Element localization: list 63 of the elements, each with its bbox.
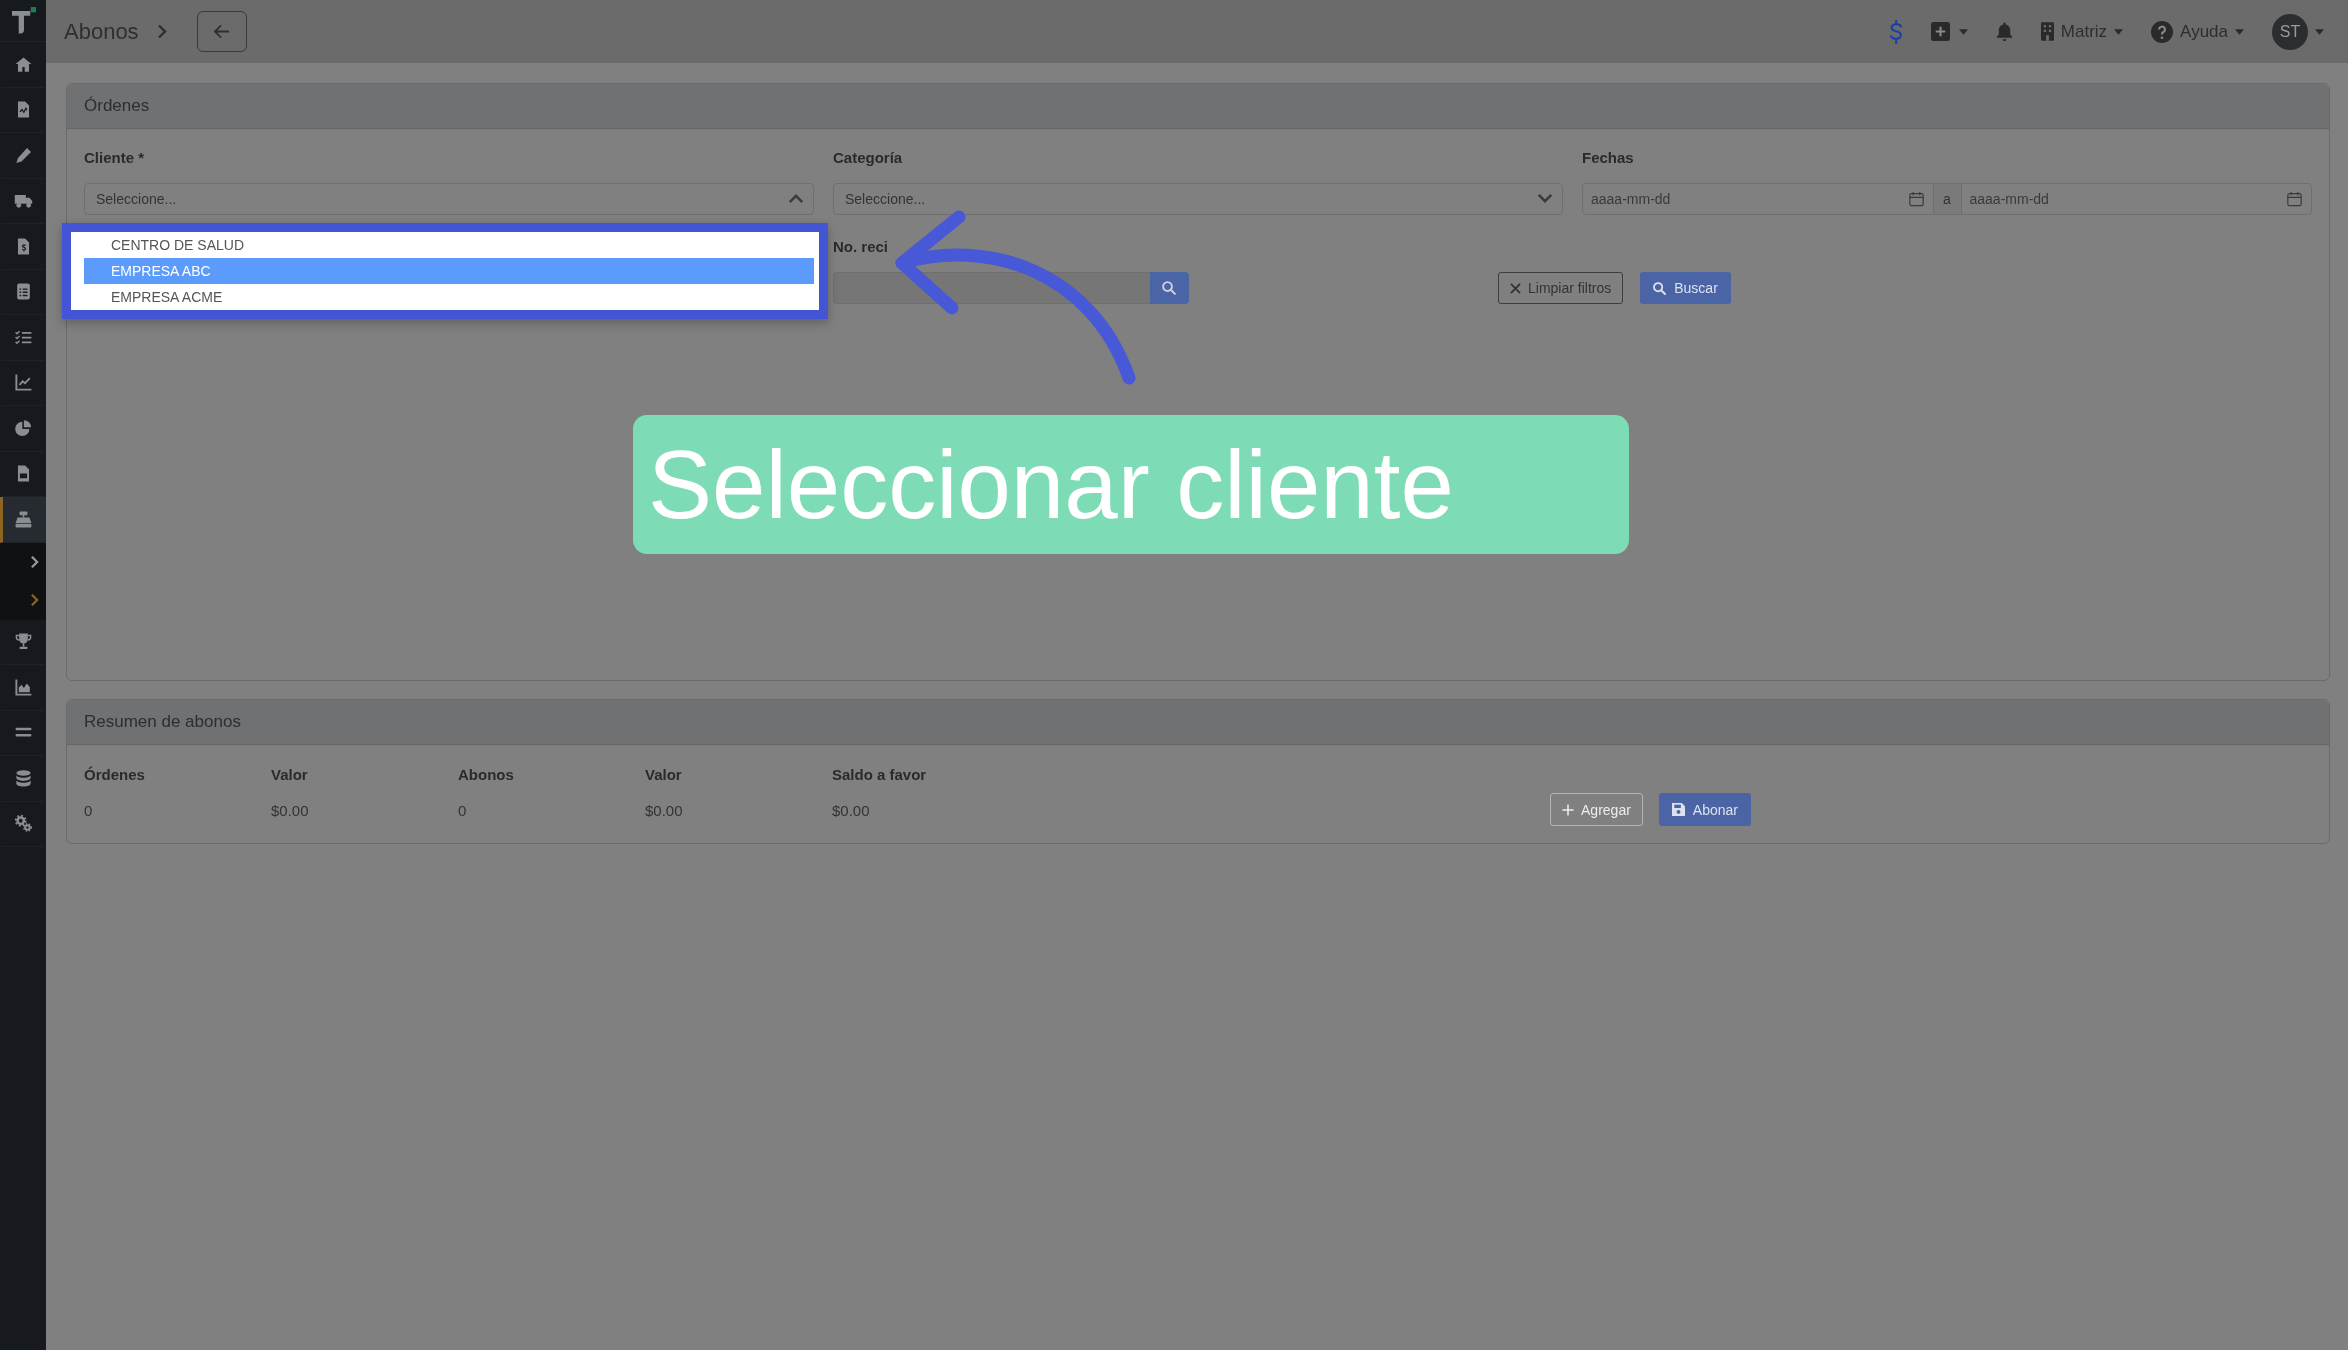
caret-down-icon[interactable] xyxy=(2315,28,2324,35)
summary-value: 0 xyxy=(84,801,94,821)
calendar-icon xyxy=(2287,191,2302,207)
gears-icon xyxy=(13,814,33,834)
trophy-icon xyxy=(13,632,33,652)
page-title: Abonos xyxy=(64,18,139,45)
area-chart-icon xyxy=(13,677,33,697)
cash-register-icon xyxy=(13,509,33,529)
search-icon xyxy=(1653,281,1667,295)
bell-icon[interactable] xyxy=(1995,21,2013,42)
summary-value: $0.00 xyxy=(645,801,684,821)
building-icon xyxy=(2040,22,2054,41)
dropdown-option[interactable]: EMPRESA ACME xyxy=(84,284,814,310)
tutorial-callout: Seleccionar cliente xyxy=(633,415,1629,554)
column-header: Abonos xyxy=(458,765,515,785)
database-icon xyxy=(13,768,33,788)
summary-value: $0.00 xyxy=(832,801,871,821)
line-chart-icon xyxy=(13,373,33,393)
dropdown-option[interactable]: CENTRO DE SALUD xyxy=(84,232,814,258)
add-menu-button[interactable] xyxy=(1930,22,1968,41)
field-label: Cliente * xyxy=(84,148,145,168)
branch-menu[interactable]: Matriz xyxy=(2040,21,2124,42)
search-button[interactable] xyxy=(1150,272,1189,304)
caret-down-icon xyxy=(2235,28,2244,35)
chevron-right-icon xyxy=(30,593,39,608)
arrow-left-icon xyxy=(213,24,231,39)
help-menu[interactable]: Ayuda xyxy=(2151,20,2244,43)
close-icon xyxy=(1510,282,1521,294)
chevron-right-icon xyxy=(30,554,39,569)
panel-title: Órdenes xyxy=(84,96,150,116)
question-circle-icon xyxy=(2151,20,2174,43)
date-input[interactable]: aaaa-mm-dd xyxy=(1960,183,2312,215)
client-select[interactable]: Seleccione... xyxy=(84,183,814,215)
search-icon xyxy=(1162,281,1177,295)
sidebar-item[interactable] xyxy=(0,497,46,543)
field-label: Fechas xyxy=(1582,148,1635,168)
plus-icon xyxy=(1562,803,1575,816)
search-button[interactable]: Buscar xyxy=(1640,272,1731,304)
caret-down-icon xyxy=(2114,28,2124,35)
pay-button[interactable]: Abonar xyxy=(1658,793,1751,826)
pie-chart-icon xyxy=(13,418,33,438)
caret-down-icon xyxy=(1958,28,1968,35)
home-icon xyxy=(13,54,33,74)
plus-square-icon xyxy=(1930,22,1950,41)
column-header: Valor xyxy=(271,765,309,785)
column-header: Órdenes xyxy=(84,765,146,785)
dropdown-option[interactable]: EMPRESA ABC xyxy=(84,258,814,284)
save-icon xyxy=(1671,803,1685,816)
summary-value: 0 xyxy=(458,801,468,821)
category-select[interactable]: Seleccione... xyxy=(833,183,1563,215)
chevron-right-icon xyxy=(156,23,167,40)
calendar-icon xyxy=(1908,191,1924,207)
date-range-separator: a xyxy=(1933,183,1961,215)
clear-filters-button[interactable]: Limpiar filtros xyxy=(1498,272,1624,304)
user-avatar[interactable]: ST xyxy=(2272,13,2308,50)
logo-icon[interactable] xyxy=(10,7,36,34)
column-header: Saldo a favor xyxy=(832,765,928,785)
column-header: Valor xyxy=(645,765,683,785)
date-input[interactable]: aaaa-mm-dd xyxy=(1582,183,1934,215)
field-label: Categoría xyxy=(833,148,904,168)
panel-title: Resumen de abonos xyxy=(84,712,241,732)
field-label: No. reci xyxy=(833,237,889,257)
summary-value: $0.00 xyxy=(271,801,310,821)
